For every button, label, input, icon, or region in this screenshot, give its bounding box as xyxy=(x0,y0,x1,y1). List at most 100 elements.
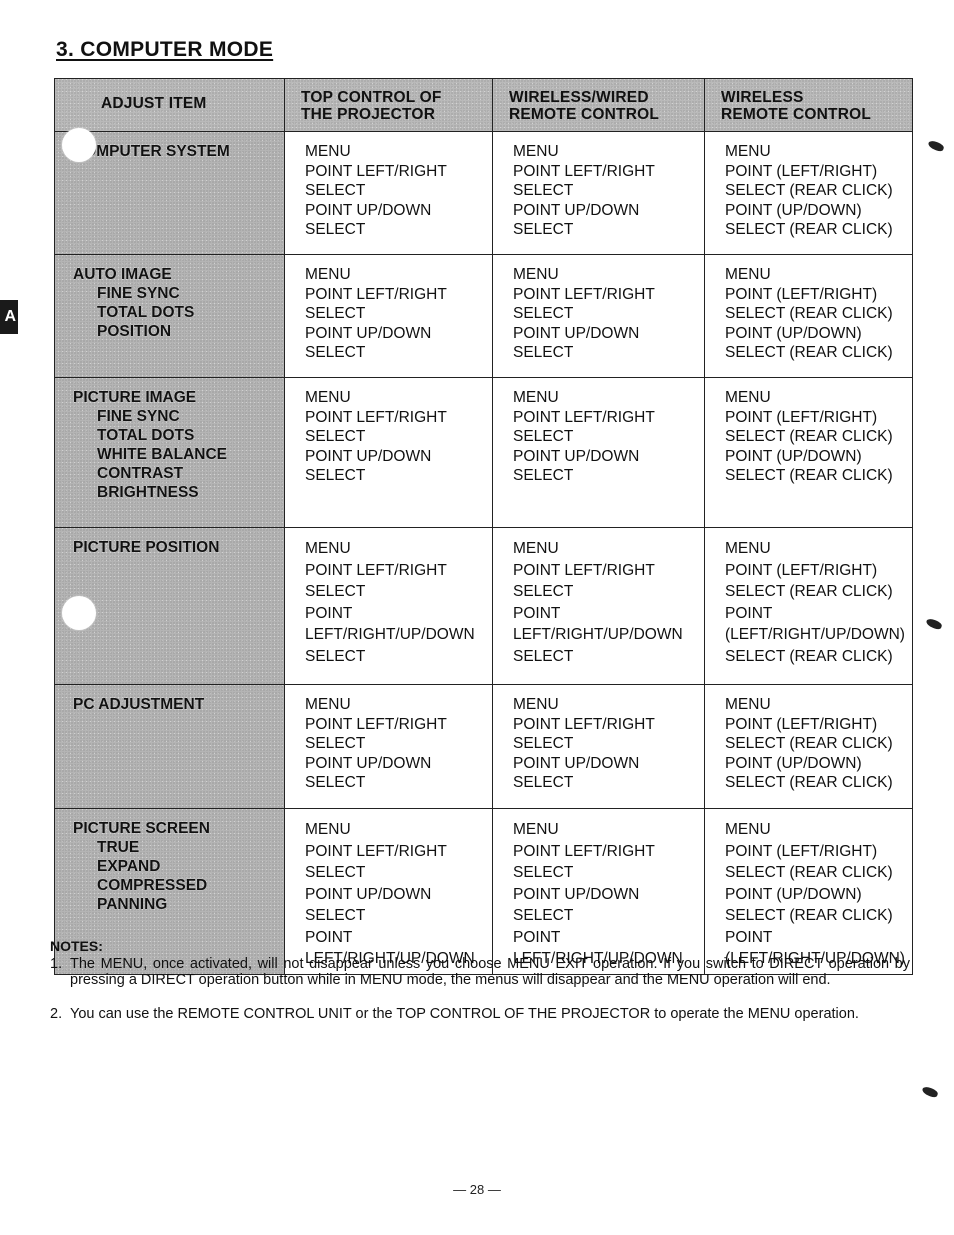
operation-step: MENU xyxy=(725,389,771,406)
operation-step: SELECT (REAR CLICK) xyxy=(725,735,893,752)
operation-step: SELECT (REAR CLICK) xyxy=(725,221,893,238)
computer-mode-table: ADJUST ITEM TOP CONTROL OF THE PROJECTOR … xyxy=(54,78,913,975)
notes-section: NOTES: 1. The MENU, once activated, will… xyxy=(50,938,910,1040)
wireless-wired-cell: MENU POINT LEFT/RIGHT SELECT POINT LEFT/RIGH… xyxy=(492,527,705,685)
operation-step: MENU xyxy=(513,266,559,283)
adjust-item-cell: PICTURE IMAGE FINE SYNC TOTAL DOTS WHITE BA… xyxy=(54,377,285,528)
operation-step: MENU xyxy=(305,389,351,406)
operation-step: SELECT xyxy=(305,182,366,199)
header-line: THE PROJECTOR xyxy=(301,106,436,123)
operation-step: SELECT xyxy=(305,907,366,924)
operation-step: MENU xyxy=(305,143,351,160)
operation-step: LEFT/RIGHT/UP/DOWN xyxy=(513,626,683,643)
operation-step: POINT xyxy=(513,604,561,622)
operation-step: SELECT xyxy=(513,182,574,199)
operation-step: SELECT xyxy=(513,305,574,322)
operation-step: POINT LEFT/RIGHT xyxy=(513,408,655,426)
header-lines: WIRELESS/WIRED REMOTE CONTROL xyxy=(493,79,704,123)
adjust-item-cell: AUTO IMAGE FINE SYNC TOTAL DOTS POSITION xyxy=(54,254,285,378)
operation-step: POINT LEFT/RIGHT xyxy=(305,715,447,733)
wireless-cell: MENU POINT (LEFT/RIGHT) SELECT (REAR CLICK… xyxy=(704,377,913,528)
operation-step: POINT UP/DOWN xyxy=(513,754,640,772)
table-row: PC ADJUSTMENT MENU POINT LEFT/RIGHT SELECT P… xyxy=(54,684,913,809)
note-text: The MENU, once activated, will not disap… xyxy=(70,956,910,988)
operation-step: SELECT xyxy=(305,774,366,791)
header-line: WIRELESS/WIRED xyxy=(509,89,649,106)
operation-step: SELECT xyxy=(513,735,574,752)
operation-step: SELECT (REAR CLICK) xyxy=(725,305,893,322)
operation-step: POINT (UP/DOWN) xyxy=(725,885,862,903)
column-header-wireless-wired-remote: WIRELESS/WIRED REMOTE CONTROL xyxy=(492,78,705,132)
adjust-item-cell: PC ADJUSTMENT xyxy=(54,684,285,809)
punch-hole-icon xyxy=(62,596,96,630)
operation-step: POINT (LEFT/RIGHT) xyxy=(725,285,878,303)
operation-step: MENU xyxy=(725,540,771,557)
adjust-subitem: POSITION xyxy=(97,323,172,340)
adjust-item-title: PICTURE POSITION xyxy=(73,539,220,556)
note-item: 2. You can use the REMOTE CONTROL UNIT o… xyxy=(50,1006,910,1022)
punch-hole-icon xyxy=(62,128,96,162)
header-lines: WIRELESS REMOTE CONTROL xyxy=(705,79,912,123)
operation-step: POINT UP/DOWN xyxy=(513,201,640,219)
operation-step: MENU xyxy=(305,540,351,557)
adjust-subitem: CONTRAST xyxy=(97,465,184,482)
adjust-subitem: FINE SYNC xyxy=(97,408,180,425)
operation-step: SELECT xyxy=(305,344,366,361)
header-lines: TOP CONTROL OF THE PROJECTOR xyxy=(285,79,492,123)
header-line: TOP CONTROL OF xyxy=(301,89,442,106)
operation-step: POINT xyxy=(305,604,353,622)
table-row: AUTO IMAGE FINE SYNC TOTAL DOTS POSITION MEN… xyxy=(54,254,913,378)
wireless-cell: MENU POINT (LEFT/RIGHT) SELECT (REAR CLICK… xyxy=(704,131,913,255)
adjust-item-title: COMPUTER SYSTEM xyxy=(73,143,230,160)
operation-step: SELECT xyxy=(305,467,366,484)
operation-step: MENU xyxy=(725,266,771,283)
operation-step: POINT (UP/DOWN) xyxy=(725,447,862,465)
operation-step: POINT xyxy=(725,604,773,622)
operation-step: SELECT xyxy=(513,907,574,924)
operation-step: POINT (LEFT/RIGHT) xyxy=(725,408,878,426)
operation-step: POINT UP/DOWN xyxy=(305,754,432,772)
operation-step: (LEFT/RIGHT/UP/DOWN) xyxy=(725,626,905,643)
note-item: 1. The MENU, once activated, will not di… xyxy=(50,956,910,988)
header-line: REMOTE CONTROL xyxy=(509,106,660,123)
operation-step: POINT LEFT/RIGHT xyxy=(513,715,655,733)
wireless-wired-cell: MENU POINT LEFT/RIGHT SELECT POINT UP/DOWN S… xyxy=(492,254,705,378)
note-number: 2. xyxy=(50,1006,63,1022)
operation-step: SELECT xyxy=(305,864,366,881)
operation-step: MENU xyxy=(513,540,559,557)
operation-step: SELECT xyxy=(513,774,574,791)
adjust-item-title: AUTO IMAGE xyxy=(73,266,172,283)
operation-step: POINT (LEFT/RIGHT) xyxy=(725,842,878,860)
operation-step: POINT (LEFT/RIGHT) xyxy=(725,715,878,733)
adjust-item-title: PICTURE SCREEN xyxy=(73,820,210,837)
column-header-top-control: TOP CONTROL OF THE PROJECTOR xyxy=(284,78,493,132)
operation-step: POINT LEFT/RIGHT xyxy=(513,162,655,180)
operation-step: POINT LEFT/RIGHT xyxy=(305,162,447,180)
operation-step: POINT LEFT/RIGHT xyxy=(305,842,447,860)
scan-mark-icon xyxy=(925,617,943,631)
operation-step: SELECT (REAR CLICK) xyxy=(725,428,893,445)
operation-step: MENU xyxy=(725,696,771,713)
operation-step: MENU xyxy=(725,821,771,838)
operation-step: SELECT xyxy=(305,583,366,600)
operation-step: SELECT xyxy=(305,428,366,445)
operation-step: POINT LEFT/RIGHT xyxy=(305,561,447,579)
table-header-row: ADJUST ITEM TOP CONTROL OF THE PROJECTOR … xyxy=(54,78,913,132)
operation-step: POINT (LEFT/RIGHT) xyxy=(725,561,878,579)
top-control-cell: MENU POINT LEFT/RIGHT SELECT POINT UP/DOWN S… xyxy=(284,131,493,255)
operation-step: SELECT xyxy=(513,467,574,484)
header-lines: ADJUST ITEM xyxy=(55,79,284,112)
operation-step: POINT (LEFT/RIGHT) xyxy=(725,162,878,180)
operation-step: MENU xyxy=(513,143,559,160)
adjust-subitem: BRIGHTNESS xyxy=(97,484,199,501)
operation-step: POINT UP/DOWN xyxy=(513,324,640,342)
operation-step: SELECT xyxy=(513,864,574,881)
column-header-adjust-item: ADJUST ITEM xyxy=(54,78,285,132)
wireless-wired-cell: MENU POINT LEFT/RIGHT SELECT POINT UP/DOWN S… xyxy=(492,377,705,528)
operation-step: SELECT (REAR CLICK) xyxy=(725,864,893,881)
column-header-wireless-remote: WIRELESS REMOTE CONTROL xyxy=(704,78,913,132)
adjust-subitem: TOTAL DOTS xyxy=(97,427,195,444)
operation-step: SELECT xyxy=(513,221,574,238)
adjust-subitem: WHITE BALANCE xyxy=(97,446,228,463)
adjust-subitem: TRUE xyxy=(97,839,140,856)
